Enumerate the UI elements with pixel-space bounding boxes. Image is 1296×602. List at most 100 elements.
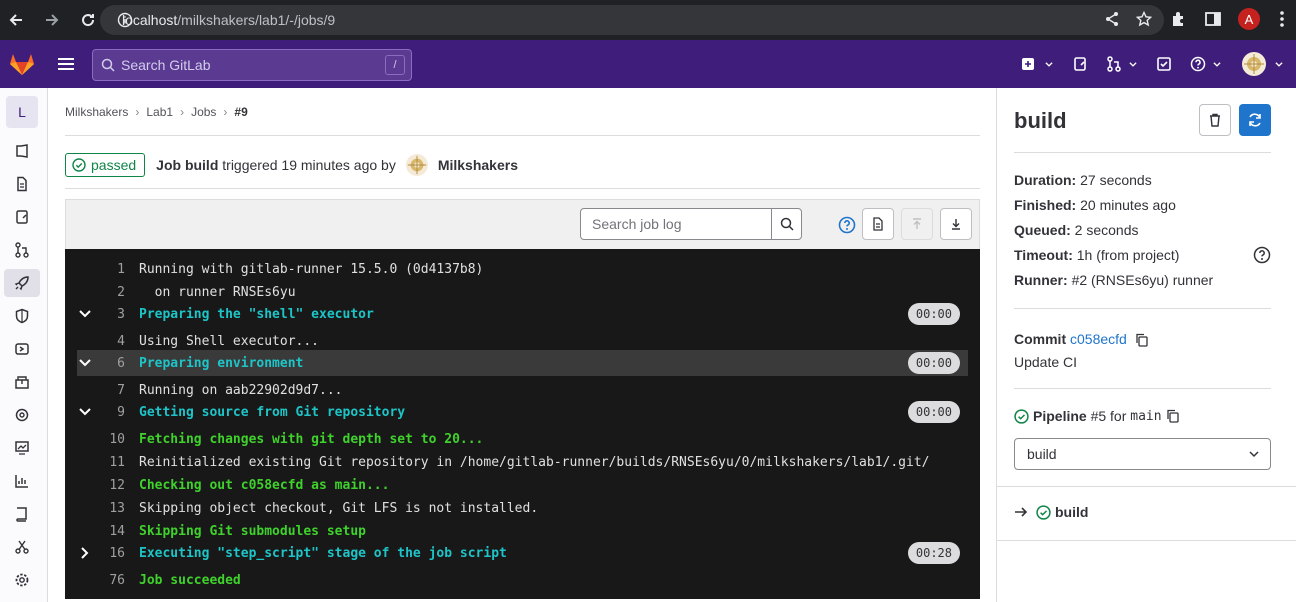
sidebar-item-snippets[interactable] — [4, 533, 40, 561]
sidebar-item-wiki[interactable] — [4, 500, 40, 528]
log-line-number[interactable]: 2 — [97, 285, 125, 300]
reload-icon[interactable] — [76, 8, 100, 32]
pipeline-ref-link[interactable]: main — [1130, 409, 1161, 424]
erase-log-button[interactable] — [1199, 104, 1231, 136]
log-line-text: Preparing environment — [139, 355, 304, 371]
log-line-number[interactable]: 7 — [97, 383, 125, 398]
divider — [1014, 152, 1271, 153]
stage-select-dropdown[interactable]: build — [1014, 438, 1271, 470]
raw-log-button[interactable] — [862, 208, 894, 240]
arrow-up-icon — [913, 218, 921, 229]
log-line-number[interactable]: 3 — [97, 307, 125, 322]
sidebar-item-deployments[interactable] — [4, 335, 40, 363]
plus-square-icon — [1022, 58, 1034, 70]
job-list-item[interactable]: build — [1014, 504, 1088, 520]
scroll-to-bottom-button[interactable] — [940, 208, 972, 240]
chevron-down-icon[interactable] — [77, 355, 93, 371]
sidebar-item-repository[interactable] — [4, 170, 40, 198]
sidebar-item-analytics[interactable] — [4, 467, 40, 495]
scroll-to-top-button[interactable] — [901, 208, 933, 240]
gitlab-logo-icon[interactable] — [8, 50, 36, 78]
user-avatar-icon[interactable] — [405, 154, 428, 176]
address-bar[interactable]: localhost/milkshakers/lab1/-/jobs/9 — [100, 5, 1164, 35]
package-icon — [15, 376, 29, 389]
forward-icon[interactable] — [40, 8, 64, 32]
log-line-text: Running on aab22902d9d7... — [139, 382, 343, 398]
log-line-number[interactable]: 10 — [97, 432, 125, 447]
merge-requests-dropdown[interactable] — [1098, 40, 1146, 88]
todos-button[interactable] — [1146, 40, 1182, 88]
retry-button[interactable] — [1239, 104, 1271, 136]
sidebar-item-monitor[interactable] — [4, 434, 40, 462]
breadcrumb-current[interactable]: #9 — [234, 105, 247, 119]
search-help-icon[interactable] — [838, 216, 856, 234]
create-new-dropdown[interactable] — [1012, 40, 1062, 88]
copy-icon[interactable] — [1166, 409, 1180, 423]
breadcrumb-item[interactable]: Jobs — [191, 105, 216, 119]
side-panel-icon[interactable] — [1204, 10, 1222, 28]
bookmark-star-icon[interactable] — [1136, 11, 1152, 27]
commit-sha-link[interactable]: c058ecfd — [1070, 331, 1127, 347]
log-line-number[interactable]: 13 — [97, 501, 125, 516]
log-line-text: Running with gitlab-runner 15.5.0 (0d413… — [139, 261, 484, 277]
job-sidebar-title: build — [1014, 108, 1067, 133]
log-line-number[interactable]: 76 — [97, 573, 125, 588]
share-icon[interactable] — [1104, 11, 1120, 27]
project-avatar[interactable]: L — [6, 96, 38, 128]
pipeline-link[interactable]: #5 — [1091, 408, 1107, 424]
log-section-header[interactable]: 16 Executing "step_script" stage of the j… — [77, 540, 968, 566]
log-section-header[interactable]: 9 Getting source from Git repository 00:00 — [77, 399, 968, 425]
chevron-down-icon[interactable] — [77, 306, 93, 322]
site-info-icon[interactable] — [117, 12, 133, 28]
log-line-text: Job succeeded — [139, 572, 241, 588]
search-button[interactable] — [771, 209, 801, 239]
status-success-icon — [72, 158, 86, 172]
hamburger-menu-icon[interactable] — [56, 54, 76, 74]
browser-menu-icon[interactable] — [1276, 10, 1288, 28]
profile-avatar[interactable]: A — [1238, 8, 1260, 30]
sidebar-item-security[interactable] — [4, 302, 40, 330]
back-icon[interactable] — [4, 8, 28, 32]
sidebar-item-merge-requests[interactable] — [4, 236, 40, 264]
log-line-number[interactable]: 14 — [97, 524, 125, 539]
chevron-right-icon[interactable] — [77, 545, 93, 561]
help-dropdown[interactable] — [1182, 40, 1230, 88]
log-line-number[interactable]: 16 — [97, 546, 125, 561]
log-line-number[interactable]: 9 — [97, 405, 125, 420]
sidebar-item-packages[interactable] — [4, 368, 40, 396]
log-line: 13 Skipping object checkout, Git LFS is n… — [77, 496, 968, 520]
job-sidebar: build Duration: 27 seconds Finished: 20 … — [996, 88, 1296, 602]
job-log-search-input[interactable]: Search job log — [580, 208, 802, 240]
global-search-input[interactable]: Search GitLab / — [92, 49, 412, 81]
extensions-icon[interactable] — [1170, 10, 1188, 28]
pipeline-for-text: for — [1110, 408, 1127, 424]
sidebar-item-project-info[interactable] — [4, 137, 40, 165]
sidebar-item-ci-cd[interactable] — [4, 269, 40, 297]
log-line-text: Using Shell executor... — [139, 333, 320, 349]
project-icon — [16, 144, 28, 158]
log-section-header[interactable]: 6 Preparing environment 00:00 — [77, 350, 968, 376]
log-line-number[interactable]: 12 — [97, 478, 125, 493]
sidebar-item-settings[interactable] — [4, 566, 40, 594]
status-success-icon[interactable] — [1014, 408, 1029, 424]
divider — [65, 188, 980, 189]
breadcrumb-item[interactable]: Lab1 — [146, 105, 173, 119]
log-line-number[interactable]: 6 — [97, 356, 125, 371]
sidebar-item-issues[interactable] — [4, 203, 40, 231]
user-menu-dropdown[interactable] — [1230, 40, 1296, 88]
breadcrumb: Milkshakers › Lab1 › Jobs › #9 — [65, 105, 248, 119]
trigger-user-name[interactable]: Milkshakers — [438, 157, 518, 173]
divider — [997, 540, 1296, 541]
log-section-header[interactable]: 3 Preparing the "shell" executor 00:00 — [77, 301, 968, 327]
search-icon — [101, 58, 115, 72]
sidebar-item-infrastructure[interactable] — [4, 401, 40, 429]
breadcrumb-item[interactable]: Milkshakers — [65, 105, 128, 119]
log-line-number[interactable]: 11 — [97, 455, 125, 470]
log-line-number[interactable]: 1 — [97, 262, 125, 277]
timeout-help-icon[interactable] — [1253, 246, 1271, 264]
issues-button[interactable] — [1062, 40, 1098, 88]
status-badge[interactable]: passed — [65, 153, 146, 177]
copy-icon[interactable] — [1135, 333, 1149, 347]
chevron-down-icon[interactable] — [77, 404, 93, 420]
log-line-number[interactable]: 4 — [97, 334, 125, 349]
